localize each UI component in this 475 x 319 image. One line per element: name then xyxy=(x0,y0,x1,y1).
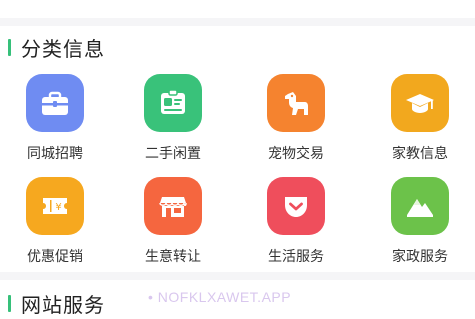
category-item-promotions[interactable]: ¥ 优惠促销 xyxy=(0,177,110,266)
section-title: 分类信息 xyxy=(21,36,105,61)
category-item-housekeeping[interactable]: 家政服务 xyxy=(365,177,475,266)
category-label: 家政服务 xyxy=(392,249,448,265)
section-header-categories: 分类信息 xyxy=(0,34,475,61)
watermark: • NOFKLXAWET.APP xyxy=(148,289,292,305)
category-item-tutoring[interactable]: 家教信息 xyxy=(365,74,475,163)
category-item-life-services[interactable]: 生活服务 xyxy=(241,177,351,266)
previous-section-labels xyxy=(0,0,475,5)
pocket-icon xyxy=(267,177,325,235)
category-item-pets[interactable]: 宠物交易 xyxy=(241,74,351,163)
section-divider xyxy=(0,18,475,26)
section-divider xyxy=(0,272,475,280)
graduation-cap-icon xyxy=(391,74,449,132)
id-card-icon xyxy=(144,74,202,132)
category-label: 宠物交易 xyxy=(268,146,324,162)
dog-icon xyxy=(267,74,325,132)
previous-section-strip xyxy=(0,0,475,18)
section-title: 网站服务 xyxy=(21,292,105,317)
category-item-jobs[interactable]: 同城招聘 xyxy=(0,74,110,163)
category-label: 二手闲置 xyxy=(145,146,201,162)
category-item-business-transfer[interactable]: 生意转让 xyxy=(118,177,228,266)
category-label: 生活服务 xyxy=(268,249,324,265)
category-label: 同城招聘 xyxy=(27,146,83,162)
mountain-icon xyxy=(391,177,449,235)
svg-text:¥: ¥ xyxy=(55,202,61,213)
section-accent-bar xyxy=(8,38,11,56)
category-label: 家教信息 xyxy=(392,146,448,162)
storefront-icon xyxy=(144,177,202,235)
coupon-icon: ¥ xyxy=(26,177,84,235)
category-label: 优惠促销 xyxy=(27,249,83,265)
section-accent-bar xyxy=(8,294,11,312)
briefcase-icon xyxy=(26,74,84,132)
category-label: 生意转让 xyxy=(145,249,201,265)
category-item-secondhand[interactable]: 二手闲置 xyxy=(118,74,228,163)
